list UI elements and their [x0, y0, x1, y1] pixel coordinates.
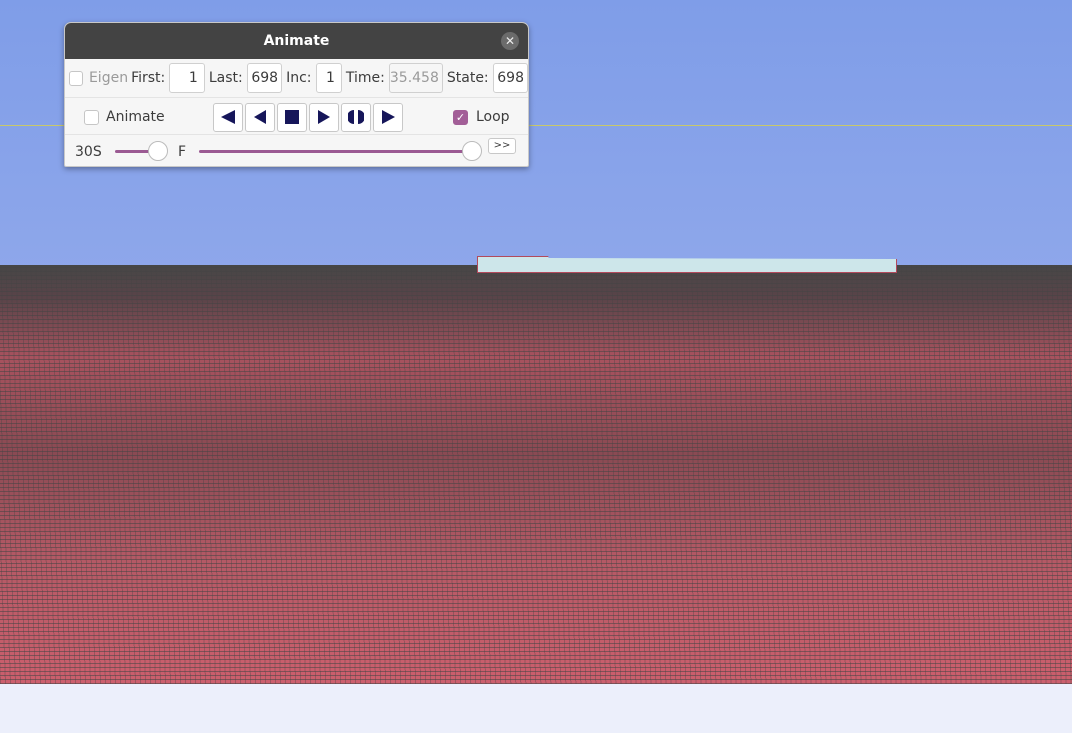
first-input[interactable]: 1 — [169, 63, 205, 93]
loop-label: Loop — [476, 109, 510, 125]
dialog-title: Animate — [263, 33, 330, 49]
speed-slider-knob[interactable] — [148, 141, 169, 161]
play-icon — [382, 110, 395, 124]
state-label: State: — [446, 70, 489, 86]
close-button[interactable]: ✕ — [501, 32, 519, 50]
status-strip — [0, 684, 1072, 733]
last-label: Last: — [208, 70, 243, 86]
first-frame-button[interactable] — [213, 102, 243, 132]
inc-label: Inc: — [286, 70, 312, 86]
step-forward-button[interactable] — [309, 102, 339, 132]
stop-button[interactable] — [277, 102, 307, 132]
step-forward-icon — [318, 110, 330, 124]
stop-icon — [285, 110, 299, 124]
frame-slider-knob[interactable] — [462, 141, 482, 161]
speed-fast-label: F — [178, 144, 187, 160]
animate-dialog: Animate ✕ Eigen First: 1 Last: 698 Inc: … — [64, 22, 529, 167]
inc-input[interactable]: 1 — [315, 63, 342, 93]
first-label: First: — [131, 70, 166, 86]
structure-plate — [477, 256, 897, 273]
eigen-checkbox[interactable] — [69, 70, 83, 86]
frame-slider-track[interactable] — [199, 150, 475, 153]
step-back-icon — [254, 110, 266, 124]
animate-label: Animate — [106, 109, 165, 125]
state-input[interactable]: 698 — [492, 63, 528, 93]
time-label: Time: — [345, 70, 385, 86]
eigen-label: Eigen — [88, 70, 129, 86]
rewind-icon — [221, 110, 235, 124]
loop-checkbox[interactable]: ✓ — [453, 109, 468, 125]
bounce-button[interactable] — [341, 102, 371, 132]
speed-slow-label: 30S — [75, 144, 102, 160]
play-button[interactable] — [373, 102, 403, 132]
last-input[interactable]: 698 — [246, 63, 283, 93]
terrain-mesh — [0, 265, 1072, 684]
dialog-titlebar[interactable]: Animate ✕ — [65, 23, 528, 59]
time-field: 35.458 — [388, 63, 443, 93]
animate-checkbox[interactable] — [84, 109, 99, 125]
step-back-button[interactable] — [245, 102, 275, 132]
bounce-icon — [348, 110, 364, 124]
more-button[interactable]: >> — [488, 138, 516, 154]
